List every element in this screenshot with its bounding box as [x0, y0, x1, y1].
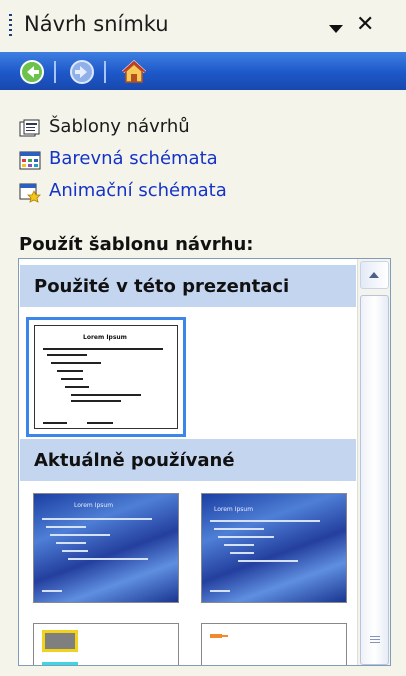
back-arrow-icon[interactable]: [18, 58, 46, 86]
group-header: Použité v této prezentaci: [20, 265, 356, 307]
chevron-up-icon: [369, 272, 379, 278]
template-thumbnail[interactable]: Lorem Ipsum: [201, 493, 347, 603]
template-thumbnail[interactable]: Lorem Ipsum: [33, 493, 179, 603]
forward-arrow-icon[interactable]: [68, 58, 96, 86]
nav-separator: [104, 61, 106, 83]
thumbnail-title: Lorem Ipsum: [83, 334, 127, 341]
scroll-up-button[interactable]: [360, 261, 389, 289]
template-thumbnail[interactable]: [33, 623, 179, 665]
link-animation-schemes[interactable]: Animační schémata: [49, 180, 227, 201]
template-gallery[interactable]: Použité v této prezentaci Lorem Ipsum Ak…: [18, 258, 391, 666]
group-title-used: Použité v této prezentaci: [34, 276, 290, 297]
color-schemes-icon: [19, 151, 41, 171]
group-header: Aktuálně používané: [20, 439, 356, 481]
apply-template-label: Použít šablonu návrhu:: [19, 234, 254, 255]
group-title-recent: Aktuálně používané: [34, 450, 235, 471]
close-icon[interactable]: ✕: [356, 14, 374, 36]
template-thumbnail-used[interactable]: Lorem Ipsum: [26, 317, 186, 437]
scroll-thumb[interactable]: [360, 295, 389, 665]
navigation-bar: [0, 52, 406, 90]
template-thumbnail[interactable]: [201, 623, 347, 665]
link-design-templates[interactable]: Šablony návrhů: [49, 116, 190, 137]
design-templates-icon: [19, 119, 41, 139]
link-color-schemes[interactable]: Barevná schémata: [49, 148, 218, 169]
gallery-scrollbar[interactable]: [357, 259, 390, 665]
pane-grip[interactable]: [9, 14, 12, 38]
dropdown-arrow-icon[interactable]: [329, 25, 343, 33]
pane-title: Návrh snímku: [24, 12, 169, 36]
animation-schemes-icon: [19, 183, 41, 203]
nav-separator: [54, 61, 56, 83]
home-icon[interactable]: [120, 58, 148, 86]
